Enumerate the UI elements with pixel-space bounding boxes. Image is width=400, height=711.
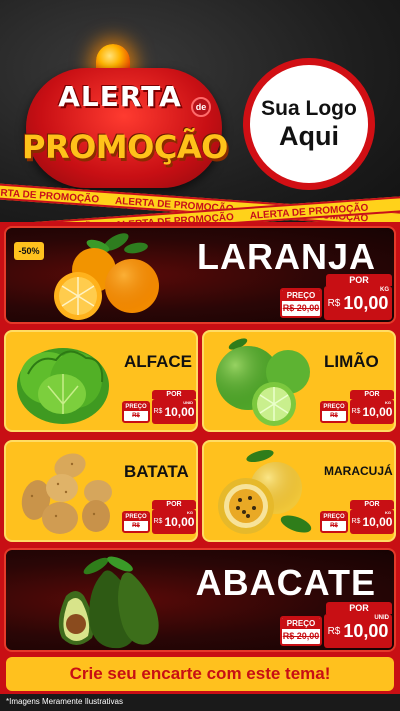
tape-text: ALERTA DE PROMOÇÃO: [0, 186, 100, 206]
product-name-laranja: LARANJA: [196, 236, 376, 277]
product-name-batata: BATATA: [124, 462, 189, 481]
price-value: 10,00: [164, 404, 195, 419]
old-price: R$ 20,00: [282, 631, 320, 641]
product-name-abacate: ABACATE: [195, 562, 376, 603]
preco-label: PREÇO: [322, 513, 346, 521]
old-price: R$ 20,00: [330, 413, 338, 419]
product-card-alface: ALFACE POR PREÇO R$ 20,00 R$ 10,00 UNID: [4, 330, 198, 432]
preco-label: PREÇO: [282, 290, 320, 301]
product-card-maracuja: MARACUJÁ POR PREÇO R$ 20,00 R$ 10,00 KG: [202, 440, 396, 542]
price-value: 10,00: [343, 292, 389, 313]
currency: R$: [327, 625, 341, 637]
price-unit: UNID: [374, 615, 389, 621]
old-price: R$ 20,00: [330, 523, 338, 529]
currency: R$: [351, 408, 361, 415]
product-card-limao: LIMÃO POR PREÇO R$ 20,00 R$ 10,00 KG: [202, 330, 396, 432]
por-label: POR: [326, 602, 392, 614]
price-value: 10,00: [362, 514, 393, 529]
potato-icon: [21, 453, 112, 534]
header: ALERTA de PROMOÇÃO Sua Logo Aqui ALERTA …: [0, 0, 400, 230]
preco-label: PREÇO: [124, 513, 148, 521]
preco-label: PREÇO: [282, 618, 320, 629]
price-unit: KG: [385, 510, 391, 515]
logo-line2: Aqui: [279, 121, 339, 151]
old-price-box: PREÇO R$ 20,00: [280, 288, 322, 318]
currency: R$: [351, 518, 361, 525]
price-tag-batata: POR PREÇO R$ 20,00 R$ 10,00 KG: [122, 500, 196, 536]
por-label: POR: [350, 500, 394, 509]
old-price-box: PREÇO R$ 20,00: [280, 616, 322, 646]
new-price: R$ 10,00 KG: [324, 286, 392, 320]
price-value: 10,00: [362, 404, 393, 419]
old-price: R$ 20,00: [132, 523, 140, 529]
logo-line1: Sua Logo: [261, 97, 357, 120]
product-card-abacate: ABACATE POR PREÇO R$ 20,00 R$ 10,00 UNID: [4, 548, 396, 652]
price-value: 10,00: [343, 620, 389, 641]
new-price: R$ 10,00 KG: [350, 509, 394, 534]
currency: R$: [327, 297, 341, 309]
passion-fruit-icon: [218, 449, 312, 534]
price-unit: UNID: [183, 400, 193, 405]
currency: R$: [153, 408, 163, 415]
badge-promocao-text: PROMOÇÃO: [22, 128, 228, 166]
por-label: POR: [152, 500, 196, 509]
old-price-box: PREÇO R$ 20,00: [320, 511, 348, 533]
disclaimer: *Imagens Meramente Ilustrativas: [6, 697, 123, 706]
old-price-box: PREÇO R$ 20,00: [122, 511, 150, 533]
price-tag-limao: POR PREÇO R$ 20,00 R$ 10,00 KG: [320, 390, 394, 426]
por-label: POR: [350, 390, 394, 399]
por-label: POR: [326, 274, 392, 286]
orange-icon: [54, 233, 159, 320]
lettuce-icon: [17, 348, 109, 424]
product-name-alface: ALFACE: [124, 352, 192, 371]
price-tag-alface: POR PREÇO R$ 20,00 R$ 10,00 UNID: [122, 390, 196, 426]
price-unit: KG: [187, 510, 193, 515]
old-price-box: PREÇO R$ 20,00: [122, 401, 150, 423]
price-tag-maracuja: POR PREÇO R$ 20,00 R$ 10,00 KG: [320, 500, 394, 536]
product-card-batata: BATATA POR PREÇO R$ 20,00 R$ 10,00 KG: [4, 440, 198, 542]
new-price: R$ 10,00 UNID: [324, 614, 392, 648]
currency: R$: [153, 518, 163, 525]
new-price: R$ 10,00 UNID: [152, 399, 196, 424]
price-tag-laranja: POR PREÇO R$ 20,00 R$ 10,00 KG: [280, 274, 392, 322]
new-price: R$ 10,00 KG: [152, 509, 196, 534]
price-value: 10,00: [164, 514, 195, 529]
product-name-maracuja: MARACUJÁ: [324, 464, 393, 478]
price-tag-abacate: POR PREÇO R$ 20,00 R$ 10,00 UNID: [280, 602, 392, 650]
preco-label: PREÇO: [322, 403, 346, 411]
price-unit: KG: [380, 287, 389, 293]
cta-banner[interactable]: Crie seu encarte com este tema!: [6, 657, 394, 691]
badge-alerta-text: ALERTA: [58, 80, 182, 113]
badge-de-text: de: [191, 97, 211, 117]
lime-icon: [216, 338, 310, 426]
price-unit: KG: [385, 400, 391, 405]
preco-label: PREÇO: [124, 403, 148, 411]
product-card-laranja: -50% LARANJA POR PREÇO R$ 20,00 R$ 10,00…: [4, 226, 396, 324]
avocado-icon: [58, 556, 159, 649]
product-name-limao: LIMÃO: [324, 352, 379, 371]
por-label: POR: [152, 390, 196, 399]
logo-placeholder: Sua Logo Aqui: [243, 58, 375, 190]
discount-badge: -50%: [14, 242, 44, 260]
new-price: R$ 10,00 KG: [350, 399, 394, 424]
old-price: R$ 20,00: [282, 303, 320, 313]
old-price: R$ 20,00: [132, 413, 140, 419]
old-price-box: PREÇO R$ 20,00: [320, 401, 348, 423]
